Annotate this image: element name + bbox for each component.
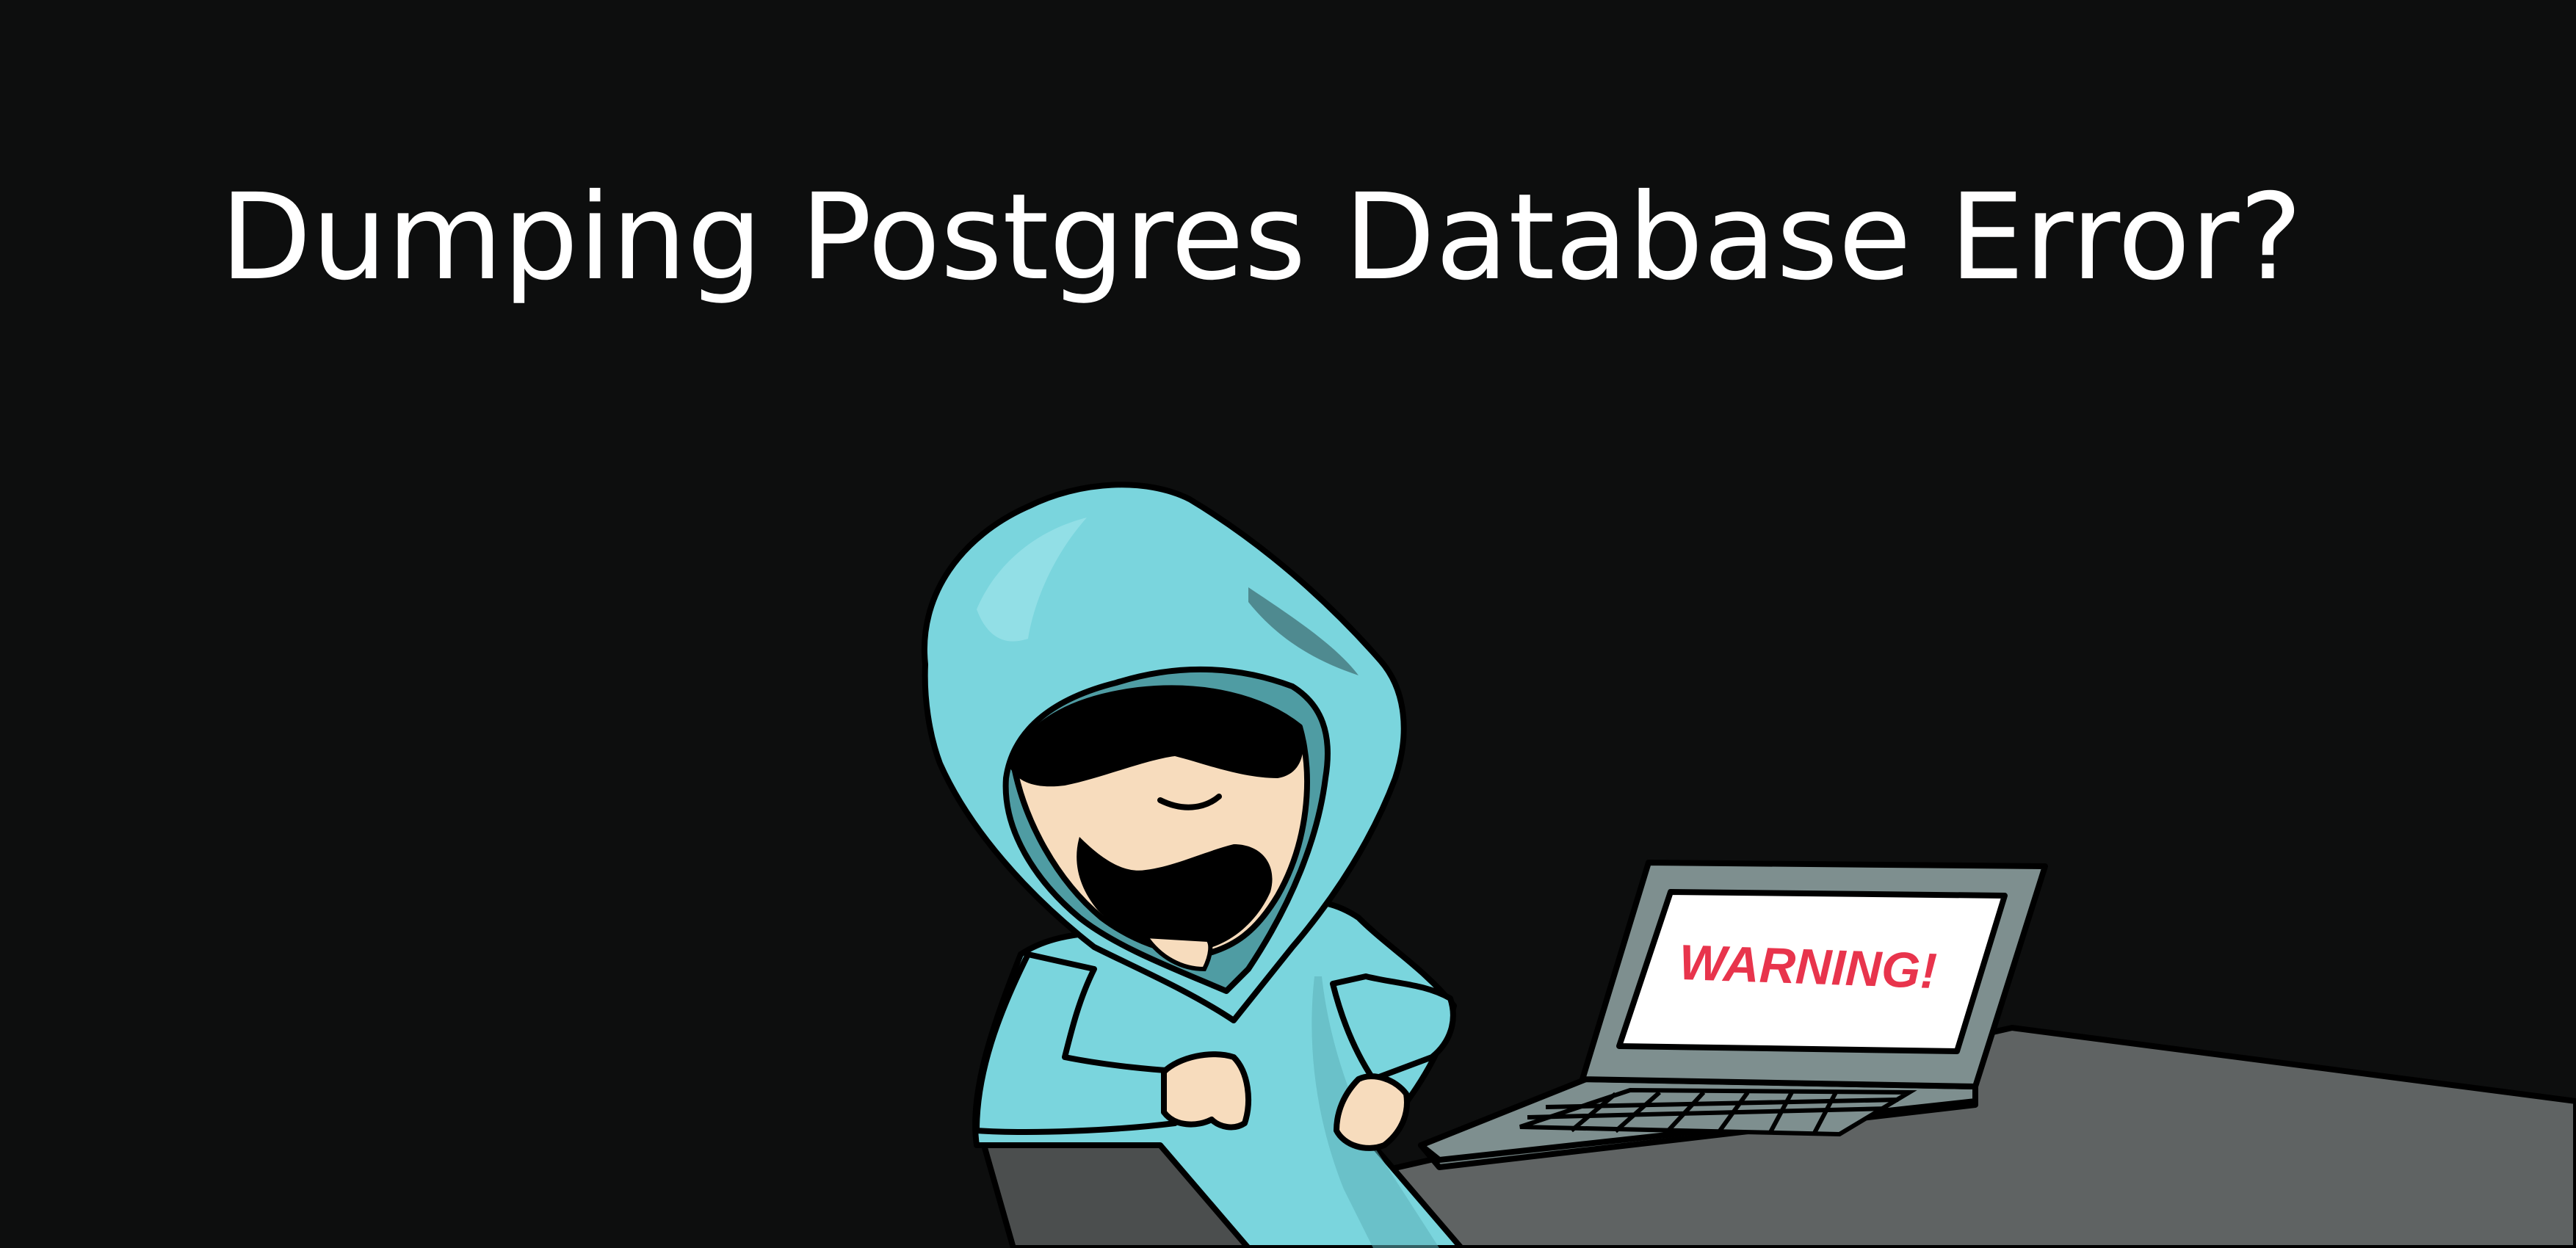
banner-page: Dumping Postgres Database Error? WARNING…: [0, 0, 2576, 1248]
hacker-at-laptop-icon: WARNING!: [921, 482, 2576, 1248]
laptop-warning-text: WARNING!: [1678, 935, 1938, 999]
